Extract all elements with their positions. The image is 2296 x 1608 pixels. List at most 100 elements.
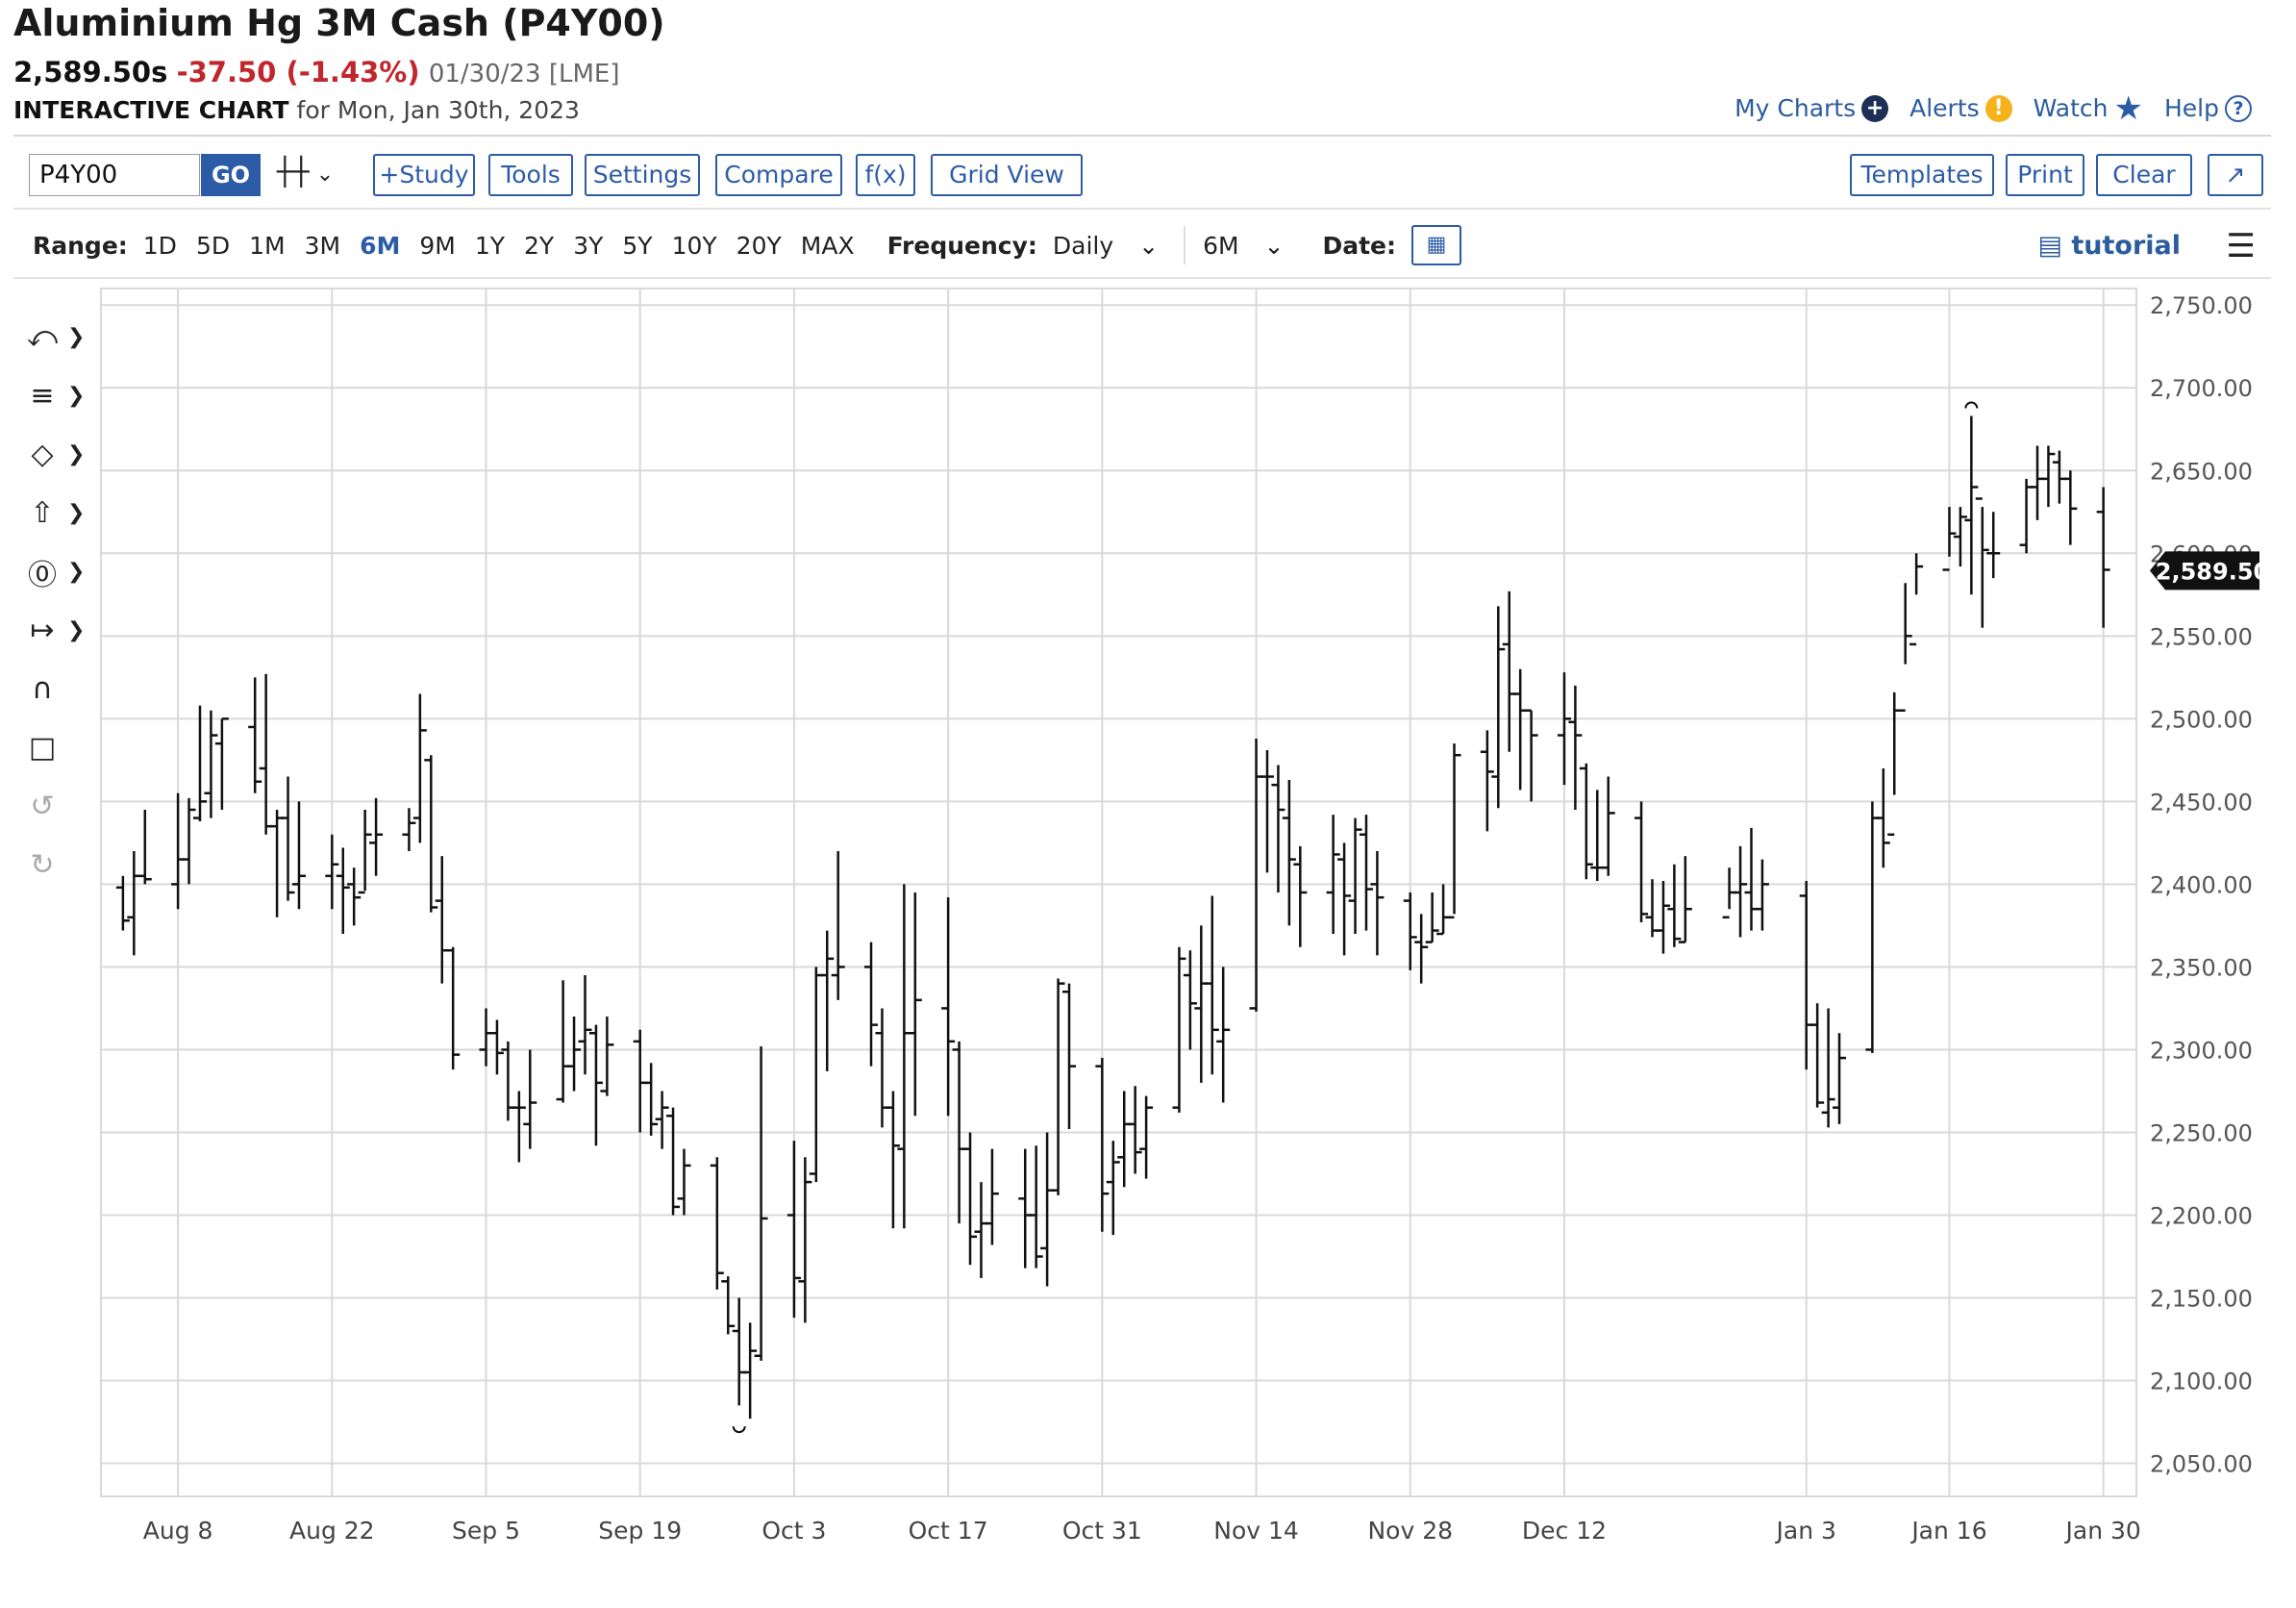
ohlc-bar [2052,450,2066,504]
ohlc-bar [633,1029,647,1133]
y-tick-label: 2,050.00 [2150,1451,2253,1478]
ohlc-bar [358,809,372,894]
x-tick-label: Sep 5 [452,1517,520,1545]
ohlc-bar [809,967,823,1183]
ohlc-bar [974,1182,988,1278]
ohlc-bar [875,1008,889,1128]
ohlc-bar [1018,1148,1033,1269]
ohlc-bar [424,755,438,913]
ohlc-bar [941,897,956,1117]
ohlc-bar [864,942,879,1067]
ohlc-bar [137,809,152,885]
ohlc-bar [963,1132,978,1266]
y-tick-label: 2,650.00 [2150,458,2253,485]
x-tick-label: Aug 8 [143,1517,213,1545]
ohlc-bar [1480,730,1494,832]
x-tick-label: Dec 12 [1522,1517,1607,1545]
ohlc-bar [127,850,141,956]
x-tick-label: Oct 31 [1062,1517,1142,1545]
ohlc-bar [2041,445,2056,508]
ohlc-bar [1106,1141,1120,1236]
price-chart[interactable]: 2,050.00 2,100.00 2,150.00 2,200.00 2,250.00… [0,0,2296,1608]
ohlc-bar [677,1148,691,1216]
x-tick-label: Jan 3 [1775,1517,1836,1545]
x-tick-label: Oct 3 [761,1517,826,1545]
y-tick-label: 2,100.00 [2150,1369,2253,1395]
ohlc-bars [115,401,2110,1434]
ohlc-bar [1414,914,1429,984]
ohlc-bar [1249,738,1263,1012]
ohlc-bar [369,797,384,876]
ohlc-bar [192,705,207,822]
axis-labels: 2,050.00 2,100.00 2,150.00 2,200.00 2,250.00… [143,292,2269,1545]
y-tick-label: 2,700.00 [2150,375,2253,402]
ohlc-bar [985,1148,999,1245]
ohlc-bar [578,975,592,1075]
ohlc-bar [1172,946,1186,1113]
ohlc-bar [644,1063,659,1136]
y-tick-label: 2,200.00 [2150,1203,2253,1230]
ohlc-bar [1975,497,1989,628]
ohlc-bar [347,867,362,926]
y-tick-label: 2,750.00 [2150,292,2253,319]
ohlc-bar [489,1019,504,1075]
ohlc-bar [588,1024,603,1146]
ohlc-bar [259,673,273,835]
ohlc-bar [1557,672,1571,786]
y-tick-label: 2,300.00 [2150,1037,2253,1064]
ohlc-bar [1370,850,1385,956]
ohlc-bar [2019,478,2034,554]
ohlc-bar [1821,1008,1835,1128]
x-tick-label: Oct 17 [909,1517,988,1545]
ohlc-bar [1139,1095,1154,1179]
ohlc-bar [1601,776,1615,876]
ohlc-bar [1656,880,1670,954]
x-tick-label: Aug 22 [289,1517,375,1545]
low-marker [732,1425,746,1434]
y-tick-label: 2,400.00 [2150,871,2253,898]
ohlc-bar [270,809,285,917]
ohlc-bar [1876,767,1890,868]
ohlc-bar [1447,743,1461,919]
y-tick-label: 2,450.00 [2150,789,2253,816]
ohlc-bar [1513,668,1528,791]
ohlc-bar [600,1017,614,1096]
ohlc-bar [1909,553,1924,646]
ohlc-bar [1645,879,1660,938]
ohlc-bar [1293,845,1308,947]
ohlc-bar [1183,950,1197,1050]
ohlc-bar [523,1049,537,1149]
ohlc-bar [512,1091,526,1163]
ohlc-bar [446,946,461,1070]
ohlc-bar [1635,801,1649,922]
ohlc-bar [1833,1033,1847,1124]
y-tick-label: 2,150.00 [2150,1286,2253,1313]
y-tick-label: 2,500.00 [2150,706,2253,733]
ohlc-bar [1678,856,1692,943]
ohlc-bar [1568,685,1583,810]
ohlc-bar [1887,691,1902,837]
ohlc-bar [886,1091,900,1229]
ohlc-bar [1810,1003,1825,1108]
ohlc-bar [1898,583,1912,712]
ohlc-bar [1051,978,1065,1195]
ohlc-bar [325,834,339,910]
x-tick-label: Nov 28 [1367,1517,1453,1545]
ohlc-bar [732,1297,746,1406]
ohlc-bar [1337,842,1352,956]
ohlc-bar [1744,827,1759,931]
ohlc-bar [248,677,262,793]
ohlc-bar [1953,507,1967,567]
ohlc-bar [182,797,196,885]
ohlc-bar [1117,1091,1132,1188]
ohlc-bar [908,892,922,1117]
ohlc-bar [1986,512,2001,579]
x-tick-label: Nov 14 [1213,1517,1299,1545]
ohlc-bar [1964,415,1979,595]
ohlc-bar [281,776,295,901]
ohlc-bar [1799,880,1813,1070]
ohlc-bar [1359,815,1373,931]
ohlc-bar [402,808,416,851]
ohlc-bar [831,850,845,1000]
x-tick-label: Jan 30 [2064,1517,2141,1545]
